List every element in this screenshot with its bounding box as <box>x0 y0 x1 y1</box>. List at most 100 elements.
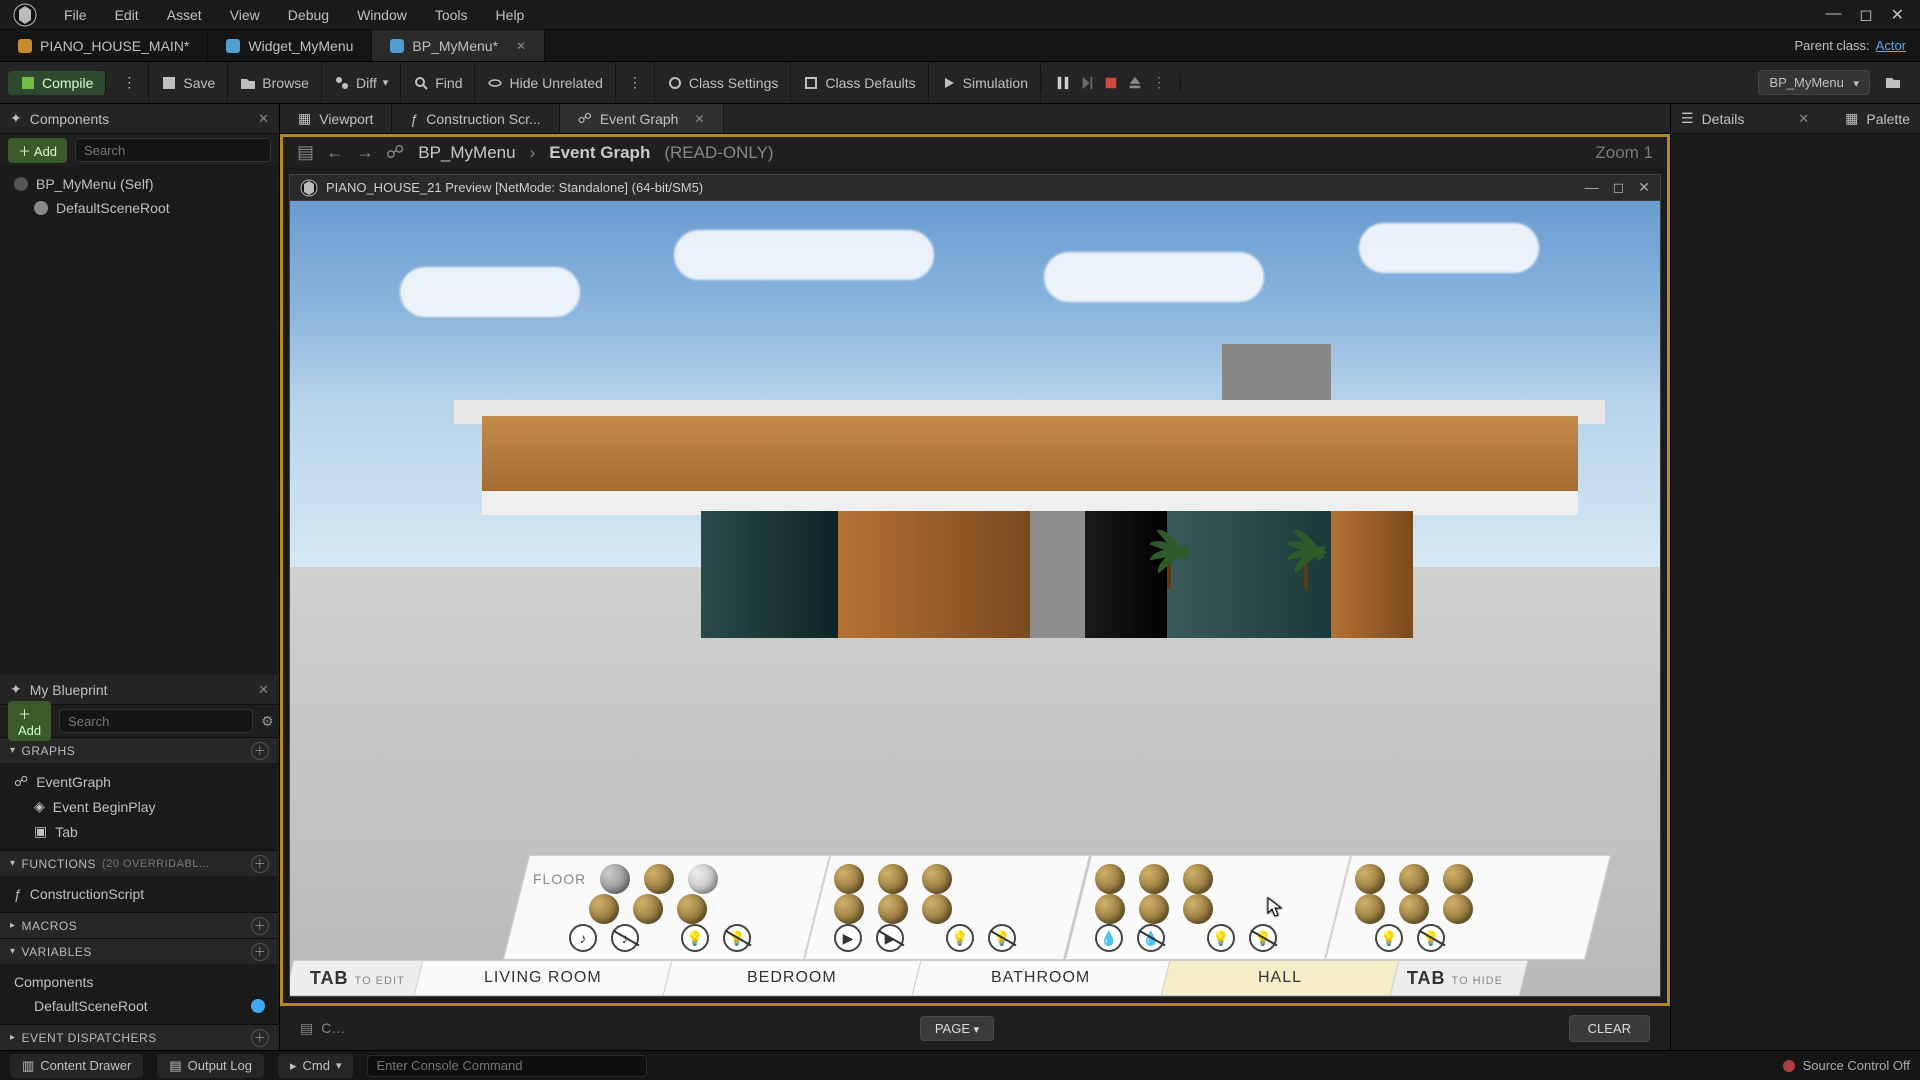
menu-asset[interactable]: Asset <box>153 7 216 23</box>
chevron-down-icon: ▾ <box>10 745 16 756</box>
variables-components-group[interactable]: Components <box>0 970 279 994</box>
event-beginplay[interactable]: ◈Event BeginPlay <box>0 794 279 819</box>
parent-class-link[interactable]: Actor <box>1876 38 1906 53</box>
blueprint-icon: ✦ <box>10 681 22 698</box>
console-input[interactable] <box>367 1055 647 1077</box>
components-panel-header[interactable]: ✦ Components ✕ <box>0 104 279 134</box>
section-variables[interactable]: ▾ VARIABLES ＋ <box>0 938 279 964</box>
frame-advance-icon[interactable] <box>1080 74 1094 92</box>
window-close-icon[interactable]: ✕ <box>1638 179 1650 196</box>
tab-construction-script[interactable]: ƒConstruction Scr... <box>392 104 559 133</box>
readonly-label: (READ-ONLY) <box>664 143 773 163</box>
window-maximize-icon[interactable]: ◻ <box>1613 179 1625 196</box>
find-button[interactable]: Find <box>401 62 475 103</box>
ue-logo-icon <box>300 179 318 197</box>
menu-debug[interactable]: Debug <box>274 7 343 23</box>
event-icon: ◈ <box>34 798 45 815</box>
variable-defaultsceneroot[interactable]: DefaultSceneRoot <box>0 994 279 1018</box>
add-function-button[interactable]: ＋ <box>251 855 269 873</box>
page-dropdown[interactable]: PAGE ▾ <box>920 1016 994 1041</box>
function-constructionscript[interactable]: ƒConstructionScript <box>0 882 279 906</box>
hide-unrelated-button[interactable]: Hide Unrelated <box>475 62 615 103</box>
close-icon[interactable]: ✕ <box>1798 111 1809 127</box>
add-new-button[interactable]: ＋ Add <box>8 701 51 741</box>
content-drawer-button[interactable]: ▥ Content Drawer <box>10 1054 143 1078</box>
drawer-icon: ▥ <box>22 1058 34 1074</box>
nav-graph-icon[interactable]: ☍ <box>386 142 404 163</box>
window-maximize-icon[interactable]: ◻ <box>1859 5 1872 25</box>
source-control-button[interactable]: Source Control Off <box>1803 1058 1910 1073</box>
preview-viewport[interactable]: FLOOR <box>290 201 1660 996</box>
menu-edit[interactable]: Edit <box>101 7 153 23</box>
doc-tab-bp[interactable]: BP_MyMenu* ✕ <box>372 30 545 61</box>
palette-icon: ▦ <box>1845 110 1858 127</box>
toolbar: Compile ⋮ Save Browse Diff ▾ Find Hide U… <box>0 62 1920 104</box>
tab-viewport[interactable]: ▦Viewport <box>280 104 392 133</box>
play-options-button[interactable]: ⋮ <box>1152 74 1166 91</box>
debug-object-dropdown[interactable]: BP_MyMenu ▾ <box>1758 70 1870 95</box>
components-icon: ✦ <box>10 110 22 127</box>
menu-window[interactable]: Window <box>343 7 421 23</box>
roof-wood <box>482 416 1578 496</box>
nav-back-icon[interactable]: ← <box>326 142 344 163</box>
nav-home-icon[interactable]: ▤ <box>297 142 314 163</box>
browse-button[interactable]: Browse <box>228 62 322 103</box>
myblueprint-search-input[interactable] <box>59 709 253 733</box>
tab-event-graph[interactable]: ☍Event Graph✕ <box>560 104 724 133</box>
close-icon[interactable]: ✕ <box>694 112 704 126</box>
graph-icon: ☍ <box>578 110 592 127</box>
add-variable-button[interactable]: ＋ <box>251 943 269 961</box>
doc-tab-widget[interactable]: Widget_MyMenu <box>208 30 372 61</box>
menu-tools[interactable]: Tools <box>421 7 482 23</box>
graph-breadcrumb: ▤ ← → ☍ BP_MyMenu › Event Graph (READ-ON… <box>280 134 1670 168</box>
locate-debug-object-icon[interactable] <box>1884 72 1902 93</box>
blueprint-icon <box>390 39 404 53</box>
output-log-button[interactable]: ▤ Output Log <box>157 1054 264 1078</box>
component-row-self[interactable]: BP_MyMenu (Self) <box>0 172 279 196</box>
section-macros[interactable]: ▸ MACROS ＋ <box>0 912 279 938</box>
details-icon: ☰ <box>1681 110 1694 127</box>
section-dispatchers[interactable]: ▸ EVENT DISPATCHERS ＋ <box>0 1024 279 1050</box>
window-close-icon[interactable]: ✕ <box>1891 5 1904 25</box>
class-settings-button[interactable]: Class Settings <box>655 62 791 103</box>
breadcrumb-leaf[interactable]: Event Graph <box>549 143 650 163</box>
widget-icon <box>226 39 240 53</box>
breadcrumb-root[interactable]: BP_MyMenu <box>418 143 515 163</box>
close-icon[interactable]: ✕ <box>258 111 269 127</box>
event-tab[interactable]: ▣Tab <box>0 819 279 844</box>
add-macro-button[interactable]: ＋ <box>251 917 269 935</box>
close-icon[interactable]: ✕ <box>258 682 269 698</box>
eject-icon[interactable] <box>1128 74 1142 92</box>
components-search-input[interactable] <box>75 138 271 162</box>
component-row-root[interactable]: DefaultSceneRoot <box>0 196 279 220</box>
graph-eventgraph[interactable]: ☍EventGraph <box>0 769 279 794</box>
doc-tab-level[interactable]: PIANO_HOUSE_MAIN* <box>0 30 208 61</box>
cmd-dropdown[interactable]: ▸ Cmd ▾ <box>278 1054 354 1078</box>
window-minimize-icon[interactable]: — <box>1585 179 1599 196</box>
pause-icon[interactable] <box>1056 74 1070 92</box>
menu-file[interactable]: File <box>50 7 101 23</box>
add-dispatcher-button[interactable]: ＋ <box>251 1029 269 1047</box>
clear-button[interactable]: CLEAR <box>1569 1015 1650 1042</box>
diff-button[interactable]: Diff ▾ <box>322 62 401 103</box>
window-minimize-icon[interactable]: — <box>1825 5 1841 25</box>
add-graph-button[interactable]: ＋ <box>251 742 269 760</box>
menu-help[interactable]: Help <box>482 7 539 23</box>
section-functions[interactable]: ▾ FUNCTIONS (20 OVERRIDABL... ＋ <box>0 850 279 876</box>
gear-icon[interactable]: ⚙ <box>261 713 274 730</box>
details-panel-header[interactable]: ☰ Details ✕ ▦ Palette <box>1671 104 1920 134</box>
add-component-button[interactable]: ＋ Add <box>8 138 67 163</box>
hide-unrelated-options[interactable]: ⋮ <box>616 62 655 103</box>
menu-view[interactable]: View <box>216 7 274 23</box>
class-defaults-button[interactable]: Class Defaults <box>791 62 928 103</box>
menubar: File Edit Asset View Debug Window Tools … <box>0 0 1920 30</box>
simulation-button[interactable]: Simulation <box>929 62 1041 103</box>
compile-options-button[interactable]: ⋮ <box>110 62 149 103</box>
nav-fwd-icon[interactable]: → <box>356 142 374 163</box>
results-options-icon[interactable]: ▤ <box>300 1020 313 1037</box>
close-icon[interactable]: ✕ <box>516 39 526 53</box>
save-button[interactable]: Save <box>149 62 228 103</box>
doc-tab-label: BP_MyMenu* <box>412 38 498 54</box>
stop-icon[interactable] <box>1104 74 1118 92</box>
compile-button[interactable]: Compile <box>8 71 106 95</box>
